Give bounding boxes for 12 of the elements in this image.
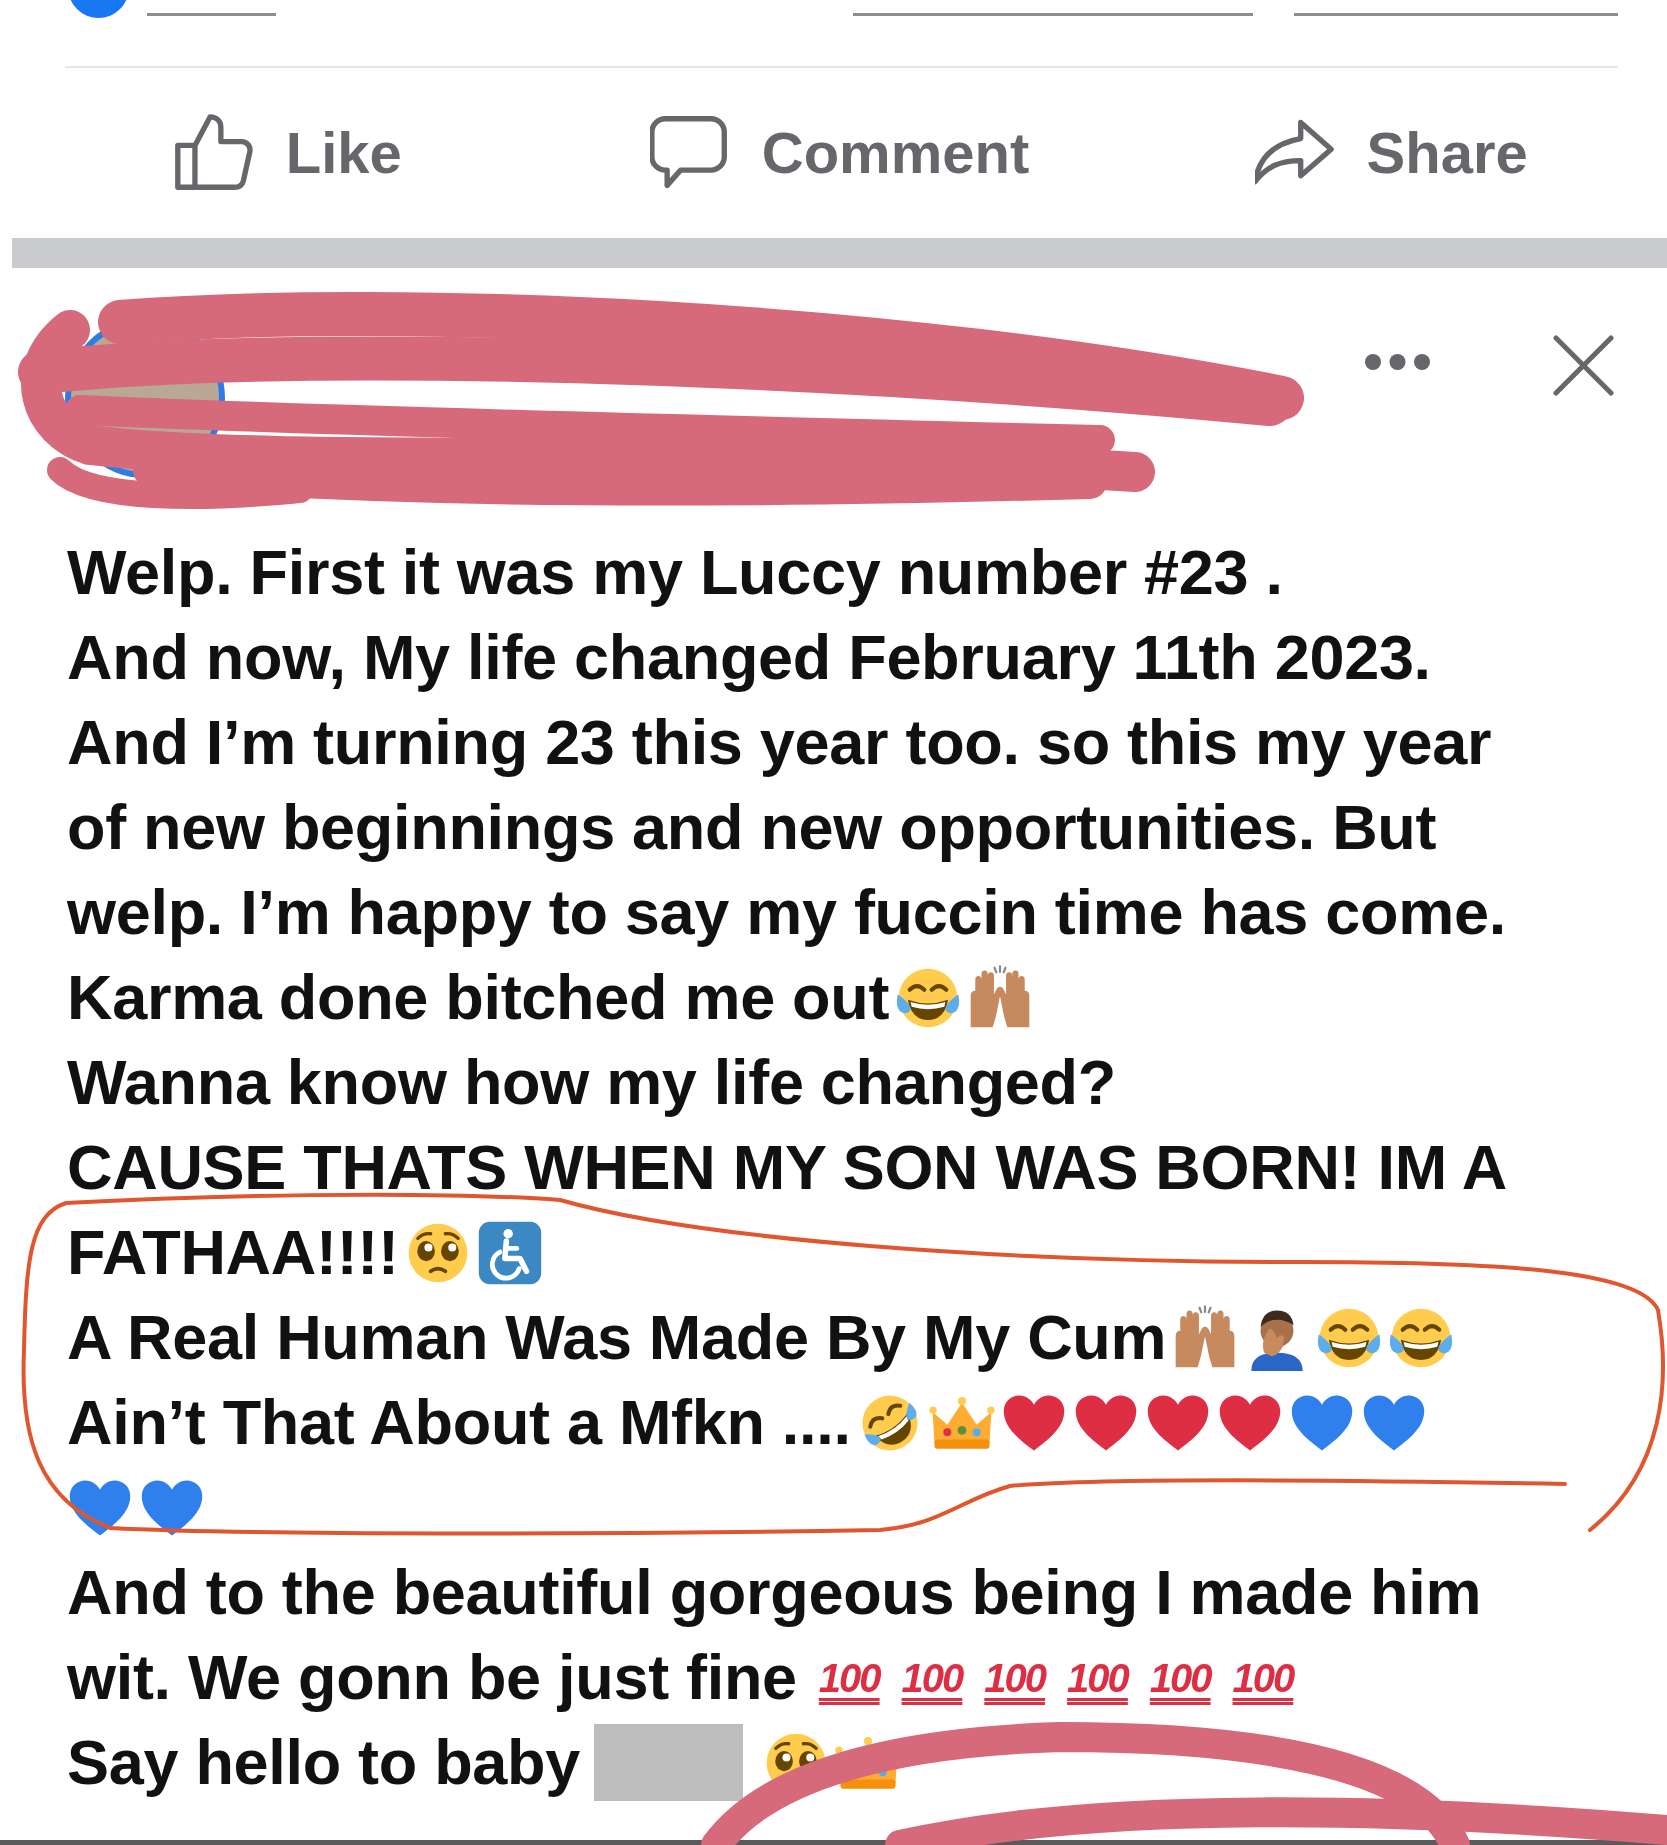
comment-button[interactable]: Comment: [649, 113, 1030, 193]
wheelchair-icon: [476, 1219, 543, 1286]
post-text: CAUSE THATS WHEN MY SON WAS BORN! IM A: [67, 1136, 1507, 1199]
post-text: FATHAA!!!!: [67, 1221, 399, 1284]
like-button[interactable]: Like: [173, 113, 402, 193]
post-text: Karma done bitched me out: [67, 966, 890, 1029]
share-button[interactable]: Share: [1254, 113, 1528, 193]
thumbs-up-icon: [173, 113, 254, 193]
close-icon[interactable]: [1553, 335, 1614, 396]
more-options-icon[interactable]: [1365, 354, 1430, 370]
reaction-icon: [68, 0, 129, 18]
post-text: Ain’t That About a Mfkn ....: [67, 1391, 851, 1454]
